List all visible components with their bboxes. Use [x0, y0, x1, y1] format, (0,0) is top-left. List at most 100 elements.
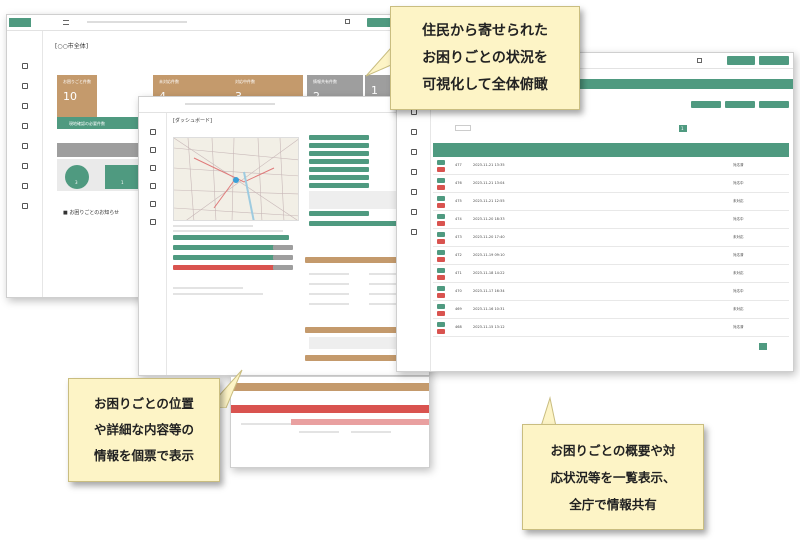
sidebar-item-list[interactable]: [397, 129, 430, 136]
view-button[interactable]: [437, 160, 445, 165]
new-button[interactable]: [759, 101, 789, 108]
row-no: 477: [455, 163, 462, 167]
location-map[interactable]: [173, 137, 299, 221]
user-icon: [410, 149, 417, 155]
sidebar-item-settings[interactable]: [7, 163, 42, 170]
view-button[interactable]: [437, 250, 445, 255]
delete-button[interactable]: [437, 329, 445, 334]
gear-icon: [410, 189, 417, 195]
user-icon: [149, 183, 156, 189]
sidebar-item-faq[interactable]: [7, 183, 42, 190]
sidebar-item-settings[interactable]: [139, 201, 166, 208]
response-field: [309, 303, 349, 305]
row-date: 2023-11-21 13:04: [473, 181, 505, 185]
settings-icon[interactable]: [697, 58, 702, 63]
print-button[interactable]: [725, 101, 755, 108]
table-row[interactable]: 476 2023-11-21 13:04 対応中: [433, 175, 789, 193]
sidebar-item-account[interactable]: [397, 149, 430, 156]
table-row[interactable]: 477 2023-11-21 13:35 対応済: [433, 157, 789, 175]
row-no: 470: [455, 289, 462, 293]
table-row[interactable]: 473 2023-11-20 17:40 未対応: [433, 229, 789, 247]
sidebar-item-notice[interactable]: [7, 143, 42, 150]
row-status: 未対応: [733, 307, 744, 311]
detail-field-header: [309, 135, 369, 140]
sidebar-item-report[interactable]: [139, 147, 166, 154]
view-button[interactable]: [437, 268, 445, 273]
callout-top-line1: 住民から寄せられた: [422, 22, 548, 39]
csv-button[interactable]: [691, 101, 721, 108]
sidebar-item-report[interactable]: [7, 83, 42, 90]
view-button[interactable]: [437, 232, 445, 237]
info-bar: [173, 245, 289, 250]
response-field: [309, 273, 349, 275]
sidebar-item-settings[interactable]: [397, 189, 430, 196]
view-button[interactable]: [437, 322, 445, 327]
delete-button[interactable]: [437, 203, 445, 208]
table-row[interactable]: 470 2023-11-17 16:34 対応中: [433, 283, 789, 301]
stat-card-total[interactable]: お困りごと件数 10: [57, 75, 97, 117]
table-row[interactable]: 475 2023-11-21 12:55 未対応: [433, 193, 789, 211]
view-button[interactable]: [437, 286, 445, 291]
action-button[interactable]: [273, 265, 293, 270]
sidebar-item-account[interactable]: [139, 183, 166, 190]
delete-button[interactable]: [437, 293, 445, 298]
phone-button[interactable]: 3: [65, 165, 89, 189]
callout-top: 住民から寄せられた お困りごとの状況を 可視化して全体俯瞰: [390, 6, 580, 110]
sidebar-item-account[interactable]: [7, 123, 42, 130]
view-button[interactable]: [437, 178, 445, 183]
strip-header: [231, 383, 429, 391]
sidebar-item-home[interactable]: [7, 63, 42, 70]
table-header: [433, 143, 789, 157]
action-button[interactable]: [273, 245, 293, 250]
callout-top-line2: お困りごとの状況を: [422, 49, 548, 66]
pager-number: 1: [681, 126, 684, 131]
view-button[interactable]: [437, 196, 445, 201]
settings-icon[interactable]: [345, 19, 350, 24]
question-icon: [410, 229, 417, 235]
row-no: 476: [455, 181, 462, 185]
view-button[interactable]: [437, 304, 445, 309]
table-row[interactable]: 474 2023-11-20 18:33 対応中: [433, 211, 789, 229]
sidebar-item-notice[interactable]: [397, 169, 430, 176]
sidebar-item-help[interactable]: [139, 219, 166, 226]
filter-bar[interactable]: [57, 143, 141, 157]
sidebar-item-help[interactable]: [397, 209, 430, 216]
table-row[interactable]: 468 2023-11-15 13:12 対応済: [433, 319, 789, 337]
menu-icon[interactable]: [63, 20, 69, 25]
detail-bottom-window: [230, 376, 430, 468]
chat-icon: [149, 147, 156, 153]
pager-bottom-current[interactable]: [759, 343, 767, 350]
callout-bottom-left: お困りごとの位置 や詳細な内容等の 情報を個票で表示: [68, 378, 220, 482]
delete-button[interactable]: [437, 275, 445, 280]
page-size-select[interactable]: [455, 125, 471, 131]
user-button[interactable]: [367, 18, 391, 27]
user-icon: [21, 123, 28, 129]
delete-button[interactable]: [437, 257, 445, 262]
delete-button[interactable]: [437, 221, 445, 226]
detail-sidebar: [139, 113, 167, 375]
table-row[interactable]: 472 2023-11-19 09:10 対応済: [433, 247, 789, 265]
row-no: 469: [455, 307, 462, 311]
stat-label: 未対応件数: [159, 79, 179, 84]
strip-field: [299, 431, 339, 433]
logout-button[interactable]: [759, 56, 789, 65]
delete-button[interactable]: [437, 167, 445, 172]
delete-button[interactable]: [437, 311, 445, 316]
pager-current[interactable]: 1: [679, 125, 687, 132]
user-button[interactable]: [727, 56, 755, 65]
delete-button[interactable]: [437, 239, 445, 244]
info-bar: [173, 265, 289, 270]
help-icon: [410, 209, 417, 215]
action-button[interactable]: [273, 255, 293, 260]
table-row[interactable]: 469 2023-11-16 10:31 未対応: [433, 301, 789, 319]
sidebar-item-report[interactable]: [397, 109, 430, 116]
mail-button[interactable]: 1: [105, 165, 141, 189]
sidebar-item-list[interactable]: [139, 165, 166, 172]
delete-button[interactable]: [437, 185, 445, 190]
view-button[interactable]: [437, 214, 445, 219]
sidebar-item-help[interactable]: [7, 203, 42, 210]
sidebar-item-list[interactable]: [7, 103, 42, 110]
sidebar-item-home[interactable]: [139, 129, 166, 136]
sidebar-item-faq[interactable]: [397, 229, 430, 236]
table-row[interactable]: 471 2023-11-18 14:22 未対応: [433, 265, 789, 283]
